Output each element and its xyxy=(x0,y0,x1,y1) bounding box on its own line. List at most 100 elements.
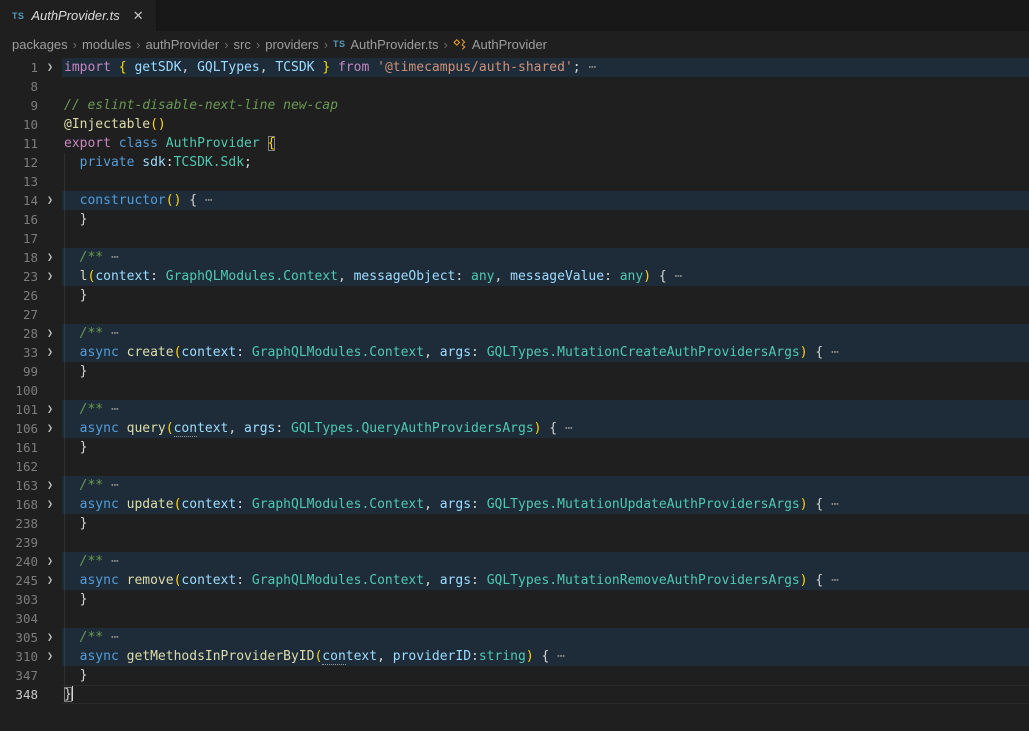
folded-code-ellipsis[interactable]: ⋯ xyxy=(103,250,119,265)
fold-chevron-icon[interactable]: ❯ xyxy=(38,419,62,438)
fold-chevron-icon[interactable]: ❯ xyxy=(38,343,62,362)
fold-chevron-icon[interactable]: ❯ xyxy=(38,476,62,495)
code-line-content[interactable] xyxy=(62,172,1029,191)
code-line-content[interactable] xyxy=(62,609,1029,628)
fold-gutter-spacer xyxy=(38,362,62,381)
code-token: ; xyxy=(244,155,252,170)
breadcrumb-item-packages[interactable]: packages xyxy=(12,37,68,52)
code-token: , xyxy=(377,649,393,664)
code-token: { xyxy=(651,269,667,284)
folded-code-ellipsis[interactable]: ⋯ xyxy=(823,345,839,360)
code-line-content[interactable]: /** ⋯ xyxy=(62,400,1029,419)
breadcrumb-label: AuthProvider.ts xyxy=(350,37,438,52)
folded-code-ellipsis[interactable]: ⋯ xyxy=(823,573,839,588)
code-line-content[interactable]: /** ⋯ xyxy=(62,248,1029,267)
code-line-content[interactable]: async create(context: GraphQLModules.Con… xyxy=(62,343,1029,362)
code-line-content[interactable]: /** ⋯ xyxy=(62,552,1029,571)
fold-chevron-icon[interactable]: ❯ xyxy=(38,324,62,343)
fold-chevron-icon[interactable]: ❯ xyxy=(38,58,62,77)
editor-lines: 1❯import { getSDK, GQLTypes, TCSDK } fro… xyxy=(0,58,1029,704)
fold-chevron-icon[interactable]: ❯ xyxy=(38,400,62,419)
code-token: args xyxy=(440,497,471,512)
code-line-content[interactable] xyxy=(62,533,1029,552)
code-line-content[interactable]: l(context: GraphQLModules.Context, messa… xyxy=(62,267,1029,286)
editor-gutter: 10 xyxy=(0,115,62,134)
folded-code-ellipsis[interactable]: ⋯ xyxy=(197,193,213,208)
close-tab-icon[interactable]: ✕ xyxy=(133,8,144,24)
code-line-content[interactable] xyxy=(62,77,1029,96)
line-number: 17 xyxy=(0,229,38,248)
code-line-content[interactable]: } xyxy=(62,685,1029,704)
breadcrumb-item-modules[interactable]: modules xyxy=(82,37,131,52)
code-line-content[interactable] xyxy=(62,305,1029,324)
fold-chevron-icon[interactable]: ❯ xyxy=(38,628,62,647)
code-line-content[interactable]: async query(context, args: GQLTypes.Quer… xyxy=(62,419,1029,438)
code-line-content[interactable]: } xyxy=(62,438,1029,457)
folded-code-ellipsis[interactable]: ⋯ xyxy=(103,554,119,569)
line-number: 13 xyxy=(0,172,38,191)
code-line-content[interactable]: constructor() { ⋯ xyxy=(62,191,1029,210)
breadcrumb-label: src xyxy=(234,37,251,52)
code-line-content[interactable] xyxy=(62,381,1029,400)
breadcrumb-item-providers[interactable]: providers xyxy=(265,37,318,52)
breadcrumb-item-src[interactable]: src xyxy=(234,37,251,52)
code-line-content[interactable]: } xyxy=(62,362,1029,381)
folded-code-ellipsis[interactable]: ⋯ xyxy=(823,497,839,512)
fold-chevron-icon[interactable]: ❯ xyxy=(38,248,62,267)
code-line-content[interactable]: import { getSDK, GQLTypes, TCSDK } from … xyxy=(62,58,1029,77)
fold-chevron-icon[interactable]: ❯ xyxy=(38,267,62,286)
code-line-content[interactable]: } xyxy=(62,590,1029,609)
folded-code-ellipsis[interactable]: ⋯ xyxy=(581,60,597,75)
code-token: : xyxy=(150,269,166,284)
code-token: any xyxy=(620,269,643,284)
line-number: 310 xyxy=(0,647,38,666)
code-line-content[interactable]: async remove(context: GraphQLModules.Con… xyxy=(62,571,1029,590)
line-number: 33 xyxy=(0,343,38,362)
code-token: : xyxy=(275,421,291,436)
code-line-content[interactable]: } xyxy=(62,514,1029,533)
fold-chevron-icon[interactable]: ❯ xyxy=(38,571,62,590)
fold-chevron-icon[interactable]: ❯ xyxy=(38,647,62,666)
folded-code-ellipsis[interactable]: ⋯ xyxy=(103,478,119,493)
folded-code-ellipsis[interactable]: ⋯ xyxy=(103,326,119,341)
code-line-content[interactable]: export class AuthProvider { xyxy=(62,134,1029,153)
code-token: /** xyxy=(64,554,103,569)
code-line-content[interactable]: } xyxy=(62,286,1029,305)
code-line-content[interactable]: @Injectable() xyxy=(62,115,1029,134)
breadcrumb-item-authprovider[interactable]: AuthProvider xyxy=(453,37,547,52)
code-line-content[interactable]: } xyxy=(62,210,1029,229)
folded-code-ellipsis[interactable]: ⋯ xyxy=(103,402,119,417)
breadcrumb-item-authprovider-ts[interactable]: TSAuthProvider.ts xyxy=(333,37,438,52)
folded-code-ellipsis[interactable]: ⋯ xyxy=(667,269,683,284)
code-token: async xyxy=(64,649,127,664)
code-line-content[interactable]: // eslint-disable-next-line new-cap xyxy=(62,96,1029,115)
folded-code-ellipsis[interactable]: ⋯ xyxy=(103,630,119,645)
code-token: GQLTypes.MutationCreateAuthProvidersArgs xyxy=(487,345,800,360)
code-line-content[interactable]: } xyxy=(62,666,1029,685)
code-editor[interactable]: 1❯import { getSDK, GQLTypes, TCSDK } fro… xyxy=(0,57,1029,731)
code-line-content[interactable]: async getMethodsInProviderByID(context, … xyxy=(62,647,1029,666)
code-line-content[interactable]: /** ⋯ xyxy=(62,628,1029,647)
fold-chevron-icon[interactable]: ❯ xyxy=(38,191,62,210)
fold-chevron-icon[interactable]: ❯ xyxy=(38,552,62,571)
tab-authprovider-ts[interactable]: TS AuthProvider.ts ✕ xyxy=(0,0,157,31)
code-line-content[interactable] xyxy=(62,457,1029,476)
code-line-305: 305❯ /** ⋯ xyxy=(0,628,1029,647)
fold-chevron-icon[interactable]: ❯ xyxy=(38,495,62,514)
folded-code-ellipsis[interactable]: ⋯ xyxy=(549,649,565,664)
code-line-content[interactable]: /** ⋯ xyxy=(62,476,1029,495)
code-line-23: 23❯ l(context: GraphQLModules.Context, m… xyxy=(0,267,1029,286)
folded-code-ellipsis[interactable]: ⋯ xyxy=(557,421,573,436)
code-token: : xyxy=(236,345,252,360)
breadcrumb-item-authprovider[interactable]: authProvider xyxy=(145,37,219,52)
code-line-content[interactable] xyxy=(62,229,1029,248)
code-token: , xyxy=(260,60,268,75)
code-token: class xyxy=(119,136,166,151)
indent-guide xyxy=(64,457,65,476)
code-line-content[interactable]: async update(context: GraphQLModules.Con… xyxy=(62,495,1029,514)
code-token: : xyxy=(471,345,487,360)
code-token: /** xyxy=(64,250,103,265)
code-token: , xyxy=(338,269,354,284)
code-line-content[interactable]: /** ⋯ xyxy=(62,324,1029,343)
code-line-content[interactable]: private sdk:TCSDK.Sdk; xyxy=(62,153,1029,172)
